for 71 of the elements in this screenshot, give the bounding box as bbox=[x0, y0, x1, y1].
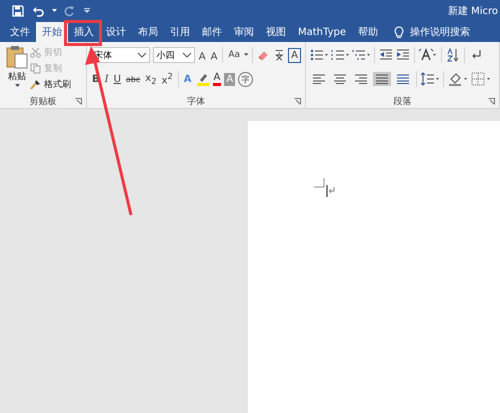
alignment-button[interactable] bbox=[394, 72, 412, 86]
ribbon-tab[interactable]: 开始 bbox=[36, 22, 68, 42]
chevron-down-icon[interactable] bbox=[137, 52, 148, 58]
ribbon-tab[interactable]: 帮助 bbox=[352, 22, 384, 42]
ribbon-tab[interactable]: 文件 bbox=[4, 22, 36, 42]
ribbon-tab[interactable]: 插入 bbox=[68, 22, 100, 42]
ribbon-tab[interactable]: 设计 bbox=[100, 22, 132, 42]
dialog-launcher-icon[interactable] bbox=[294, 98, 301, 105]
text-cursor-icon bbox=[314, 178, 336, 200]
decrease-indent-icon[interactable] bbox=[379, 48, 393, 62]
font-color-button[interactable]: A bbox=[212, 72, 222, 86]
alignment-icon bbox=[313, 74, 325, 84]
format-button[interactable]: abc bbox=[124, 74, 142, 84]
shading-icon[interactable] bbox=[448, 72, 468, 86]
clipboard-icon bbox=[6, 45, 28, 69]
multilevel-list-icon[interactable] bbox=[352, 48, 370, 62]
highlighter-icon[interactable] bbox=[196, 72, 210, 86]
format-button[interactable]: x$^{2}$ bbox=[160, 71, 174, 87]
group-label: 字体 bbox=[187, 96, 205, 108]
chinese-layout-icon[interactable] bbox=[419, 48, 437, 62]
ribbon-tab[interactable]: 引用 bbox=[164, 22, 196, 42]
format-button[interactable]: x$_{2}$ bbox=[144, 72, 158, 86]
clipboard-command[interactable]: 格式刷 bbox=[30, 77, 71, 92]
brush-icon bbox=[30, 79, 41, 90]
dialog-launcher-icon[interactable] bbox=[75, 98, 82, 105]
sort-icon[interactable] bbox=[446, 48, 460, 62]
format-button[interactable]: U bbox=[112, 74, 122, 84]
alignment-button[interactable] bbox=[373, 72, 391, 86]
ribbon-tab[interactable]: 布局 bbox=[132, 22, 164, 42]
numbering-icon[interactable] bbox=[331, 48, 349, 62]
bullets-icon[interactable] bbox=[310, 48, 328, 62]
alignment-icon bbox=[334, 74, 346, 84]
tell-me-search[interactable]: 操作说明搜索 bbox=[410, 25, 470, 39]
dialog-launcher-icon[interactable] bbox=[488, 98, 495, 105]
paste-button[interactable]: 粘贴 bbox=[4, 45, 30, 94]
redo-icon[interactable] bbox=[63, 5, 75, 17]
lightbulb-icon[interactable] bbox=[394, 26, 404, 38]
window-title: 新建 Micro bbox=[448, 4, 499, 18]
pinyin-icon[interactable] bbox=[272, 48, 286, 62]
font-size-field[interactable]: 小四 bbox=[153, 47, 195, 63]
chevron-down-icon[interactable] bbox=[182, 52, 192, 58]
line-spacing-icon[interactable] bbox=[421, 72, 439, 86]
alignment-button[interactable] bbox=[310, 72, 328, 86]
alignment-icon bbox=[376, 74, 388, 84]
format-button[interactable]: I bbox=[104, 74, 110, 84]
highlight-box bbox=[64, 20, 102, 46]
group-label: 段落 bbox=[394, 96, 412, 108]
borders-icon[interactable] bbox=[471, 72, 491, 86]
alignment-icon bbox=[355, 74, 367, 84]
change-case-button[interactable]: Aa bbox=[227, 50, 241, 60]
caret-icon[interactable] bbox=[244, 53, 248, 57]
caret-icon[interactable] bbox=[52, 9, 57, 13]
grow-font-button[interactable]: A bbox=[198, 47, 207, 63]
customize-icon[interactable] bbox=[83, 8, 91, 14]
ribbon-tab[interactable]: MathType bbox=[292, 22, 352, 42]
ribbon-tab[interactable]: 视图 bbox=[260, 22, 292, 42]
increase-indent-icon[interactable] bbox=[396, 48, 410, 62]
save-icon[interactable] bbox=[12, 5, 24, 17]
scissors-icon bbox=[30, 47, 41, 58]
shrink-font-button[interactable]: A bbox=[210, 47, 218, 63]
alignment-button[interactable] bbox=[352, 72, 370, 86]
copy-icon bbox=[30, 63, 41, 74]
enclose-characters-button[interactable]: 字 bbox=[238, 72, 254, 86]
group-label: 剪贴板 bbox=[30, 96, 56, 108]
ribbon-tab[interactable]: 审阅 bbox=[228, 22, 260, 42]
caret-icon bbox=[14, 84, 20, 88]
character-border-button[interactable]: A bbox=[288, 48, 302, 62]
ribbon-tab[interactable]: 邮件 bbox=[196, 22, 228, 42]
undo-icon[interactable] bbox=[32, 5, 44, 17]
alignment-button[interactable] bbox=[331, 72, 349, 86]
alignment-icon bbox=[397, 74, 409, 84]
